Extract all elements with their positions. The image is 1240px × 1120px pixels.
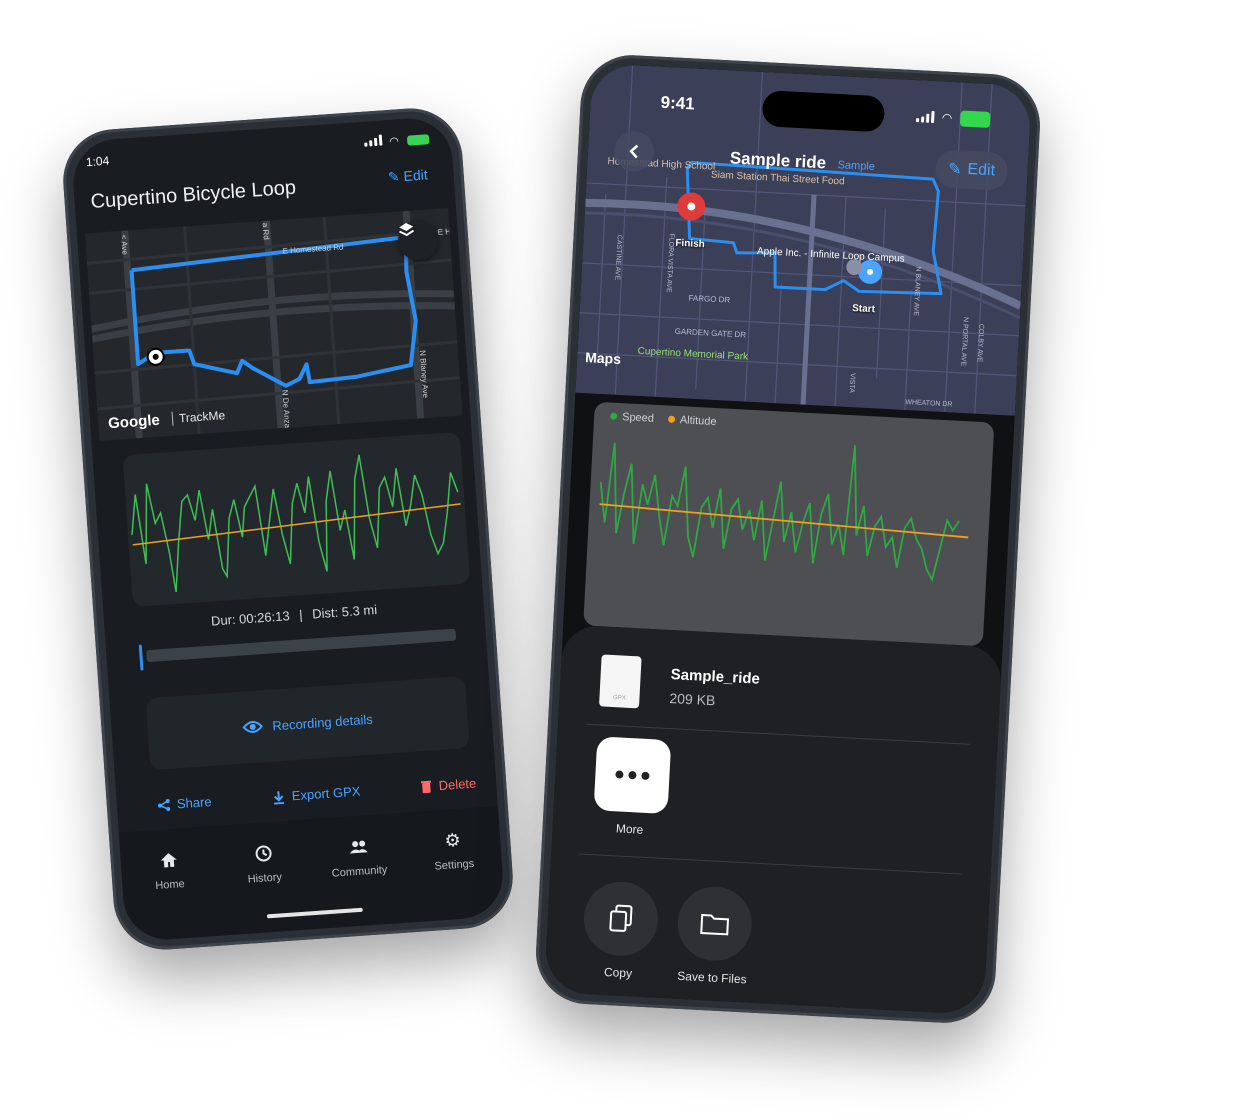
share-icon [157, 798, 171, 811]
street-eh: E H [437, 227, 451, 237]
left-screen: 1:04 ◠ Cupertino Bicycle Loop ✎ Edit E H… [70, 115, 506, 943]
finish-label: Finish [675, 237, 706, 251]
wifi-icon: ◠ [388, 135, 400, 148]
dynamic-island [761, 90, 886, 133]
more-dot-icon [641, 771, 650, 781]
layers-icon [399, 223, 415, 237]
delete-button[interactable]: Delete [420, 775, 477, 795]
right-screen: Homestead High School Siam Station Thai … [543, 63, 1033, 1015]
battery-icon [406, 134, 430, 146]
edit-button[interactable]: ✎ Edit [387, 166, 428, 186]
tab-history[interactable]: History [223, 842, 309, 935]
legend-altitude-label: Altitude [679, 414, 717, 429]
chevron-left-icon [629, 144, 639, 159]
maps-logo-label: Maps [584, 349, 622, 368]
speed-line [599, 442, 960, 583]
stats-separator: | [298, 607, 304, 623]
legend-altitude: Altitude [667, 414, 717, 429]
edit-label: Edit [402, 166, 429, 185]
download-icon [274, 790, 285, 805]
share-button[interactable]: Share [156, 794, 212, 813]
tab-home[interactable]: Home [128, 848, 214, 941]
tab-bar: Home History Community ⚙ Settings [118, 806, 506, 943]
recording-details-label: Recording details [271, 711, 374, 734]
edit-button[interactable]: ✎ Edit [934, 149, 1009, 191]
page-title: Cupertino Bicycle Loop [89, 176, 297, 213]
distance: Dist: 5.3 mi [311, 602, 378, 622]
tab-settings[interactable]: ⚙ Settings [412, 829, 498, 922]
tab-community-label: Community [331, 863, 388, 880]
legend-speed: Speed [610, 411, 654, 425]
phone-right: Homestead High School Siam Station Thai … [533, 52, 1043, 1026]
pencil-icon: ✎ [387, 168, 401, 186]
share-sheet: GPX Sample_ride 209 KB More Copy Save to… [543, 624, 1003, 1015]
start-label: Start [851, 303, 876, 316]
sample-badge: Sample [837, 159, 876, 174]
phone-left: 1:04 ◠ Cupertino Bicycle Loop ✎ Edit E H… [59, 105, 517, 953]
wifi-icon: ◠ [941, 110, 953, 126]
street-a-rd: a Rd [261, 223, 271, 240]
file-name: Sample_ride [670, 666, 761, 688]
status-time: 9:41 [660, 92, 696, 114]
history-icon [255, 845, 272, 862]
more-label: More [615, 821, 644, 837]
tab-community[interactable]: Community [317, 835, 403, 928]
share-label: Share [176, 794, 213, 812]
tab-settings-label: Settings [434, 857, 475, 873]
action-row: Share Export GPX Delete [156, 775, 477, 813]
battery-icon [959, 110, 991, 128]
duration: Dur: 00:26:13 [210, 608, 291, 629]
tab-home-label: Home [154, 878, 186, 893]
copy-button[interactable] [582, 879, 660, 958]
file-preview: GPX Sample_ride 209 KB [598, 654, 981, 736]
export-gpx-button[interactable]: Export GPX [271, 783, 361, 805]
gear-icon: ⚙ [443, 829, 462, 851]
pencil-icon: ✎ [947, 160, 962, 179]
signal-icon [915, 110, 935, 123]
more-button[interactable] [593, 736, 672, 815]
speed-altitude-chart: Speed Altitude [583, 401, 995, 647]
google-logo: Google [107, 411, 161, 433]
more-dot-icon [628, 770, 637, 780]
save-to-files-label: Save to Files [676, 968, 747, 987]
save-to-files-button[interactable] [675, 884, 754, 963]
file-ext: GPX [612, 695, 626, 702]
home-icon [160, 853, 177, 868]
playback-slider[interactable] [138, 628, 457, 671]
street-ave: < Ave [119, 234, 129, 255]
street-de-anza: N De Anza Blvd [280, 390, 293, 441]
delete-label: Delete [438, 775, 477, 794]
status-icons: ◠ [363, 131, 430, 152]
community-icon [349, 840, 368, 854]
edit-label: Edit [967, 160, 996, 180]
export-gpx-label: Export GPX [291, 783, 361, 804]
speed-line [131, 454, 459, 593]
folder-icon [700, 913, 730, 936]
eye-icon [242, 720, 263, 733]
signal-icon [363, 134, 383, 147]
slider-handle[interactable] [138, 644, 144, 671]
status-bar: 1:04 ◠ [85, 131, 430, 171]
divider [579, 853, 963, 875]
status-time: 1:04 [85, 153, 110, 170]
legend-speed-label: Speed [621, 411, 655, 425]
recording-details-button[interactable]: Recording details [145, 676, 470, 771]
route-map[interactable]: E Homestead Rd N De Anza Blvd N Blaney A… [84, 208, 463, 441]
file-size: 209 KB [669, 690, 716, 709]
tab-history-label: History [247, 871, 283, 886]
trash-icon [421, 780, 432, 793]
more-dot-icon [615, 770, 624, 779]
copy-icon [609, 904, 633, 932]
document-icon: GPX [598, 654, 642, 709]
maps-logo: Maps [585, 349, 622, 367]
label-vista: VISTA [848, 373, 856, 393]
speed-altitude-chart [122, 431, 471, 607]
